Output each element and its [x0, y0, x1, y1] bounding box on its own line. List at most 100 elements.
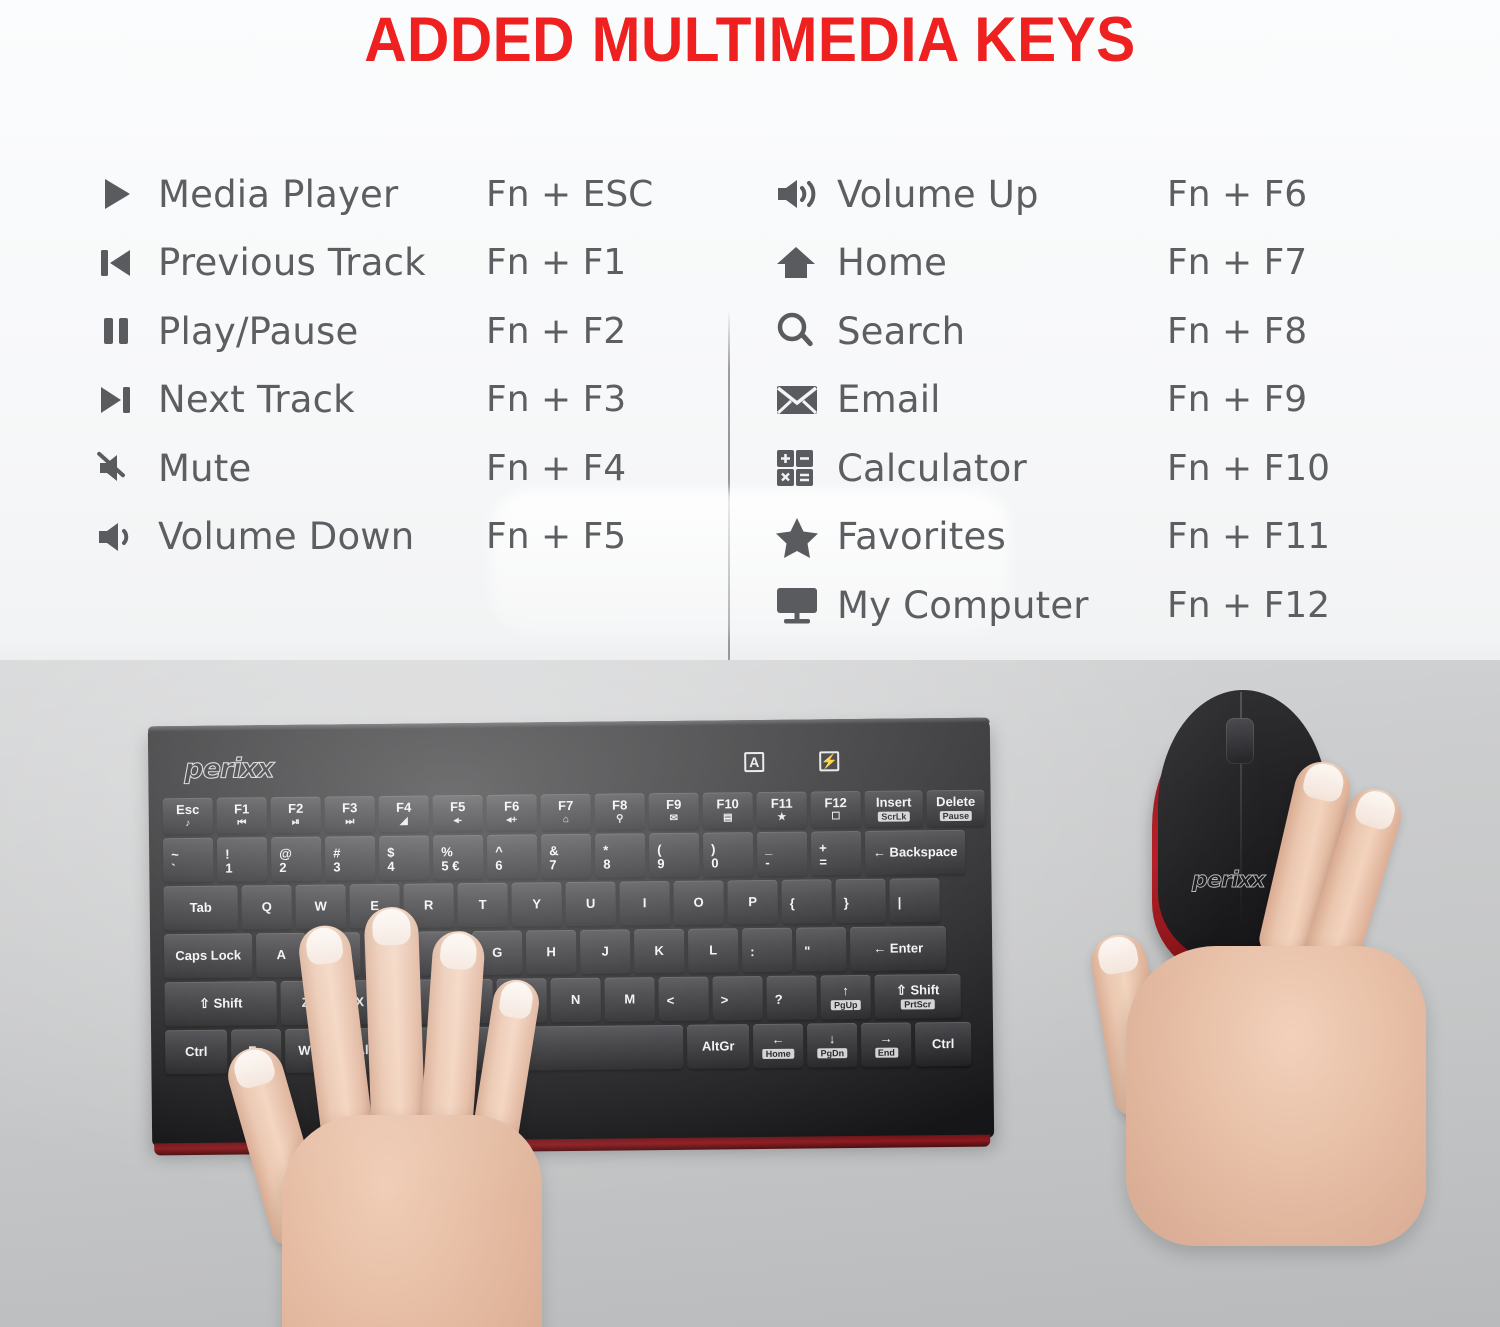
key-f5[interactable]: F5 ◂-: [432, 794, 483, 832]
key-arrow-down[interactable]: ↓ PgDn: [806, 1023, 858, 1068]
key-slash[interactable]: ?: [766, 975, 817, 1020]
key-8[interactable]: * 8: [594, 833, 646, 878]
key-4[interactable]: $4: [378, 835, 430, 881]
key-comma[interactable]: <: [658, 976, 709, 1022]
key-q[interactable]: Q: [241, 884, 292, 930]
key-f9[interactable]: F9 ✉: [648, 792, 699, 830]
key-arrow-right[interactable]: → End: [860, 1022, 912, 1067]
key-ctrl-right[interactable]: Ctrl: [914, 1021, 972, 1067]
fingernail: [1300, 760, 1348, 804]
key-equal[interactable]: + =: [810, 830, 862, 876]
key-i[interactable]: I: [619, 880, 670, 926]
key-f6[interactable]: F6 ◂+: [486, 794, 537, 831]
shortcut-key: Fn + F4: [486, 447, 627, 489]
shortcut-key: Fn + F10: [1167, 447, 1331, 489]
shortcut-row: Favorites Fn + F11: [775, 503, 1385, 572]
next-track-icon: [96, 380, 158, 420]
shortcut-key: Fn + F12: [1167, 584, 1331, 626]
key-1[interactable]: ! 1: [216, 837, 268, 882]
key-3[interactable]: #3: [324, 836, 376, 881]
key-minus[interactable]: _ -: [756, 831, 808, 877]
key-5[interactable]: % 5 €: [432, 834, 484, 880]
key-7[interactable]: & 7: [540, 833, 592, 879]
key-j[interactable]: J: [579, 929, 631, 974]
infographic-page: ADDED MULTIMEDIA KEYS Media Player Fn + …: [0, 0, 1500, 1327]
palm: [1126, 946, 1426, 1246]
shortcut-row: Home Fn + F7: [775, 229, 1385, 298]
key-delete[interactable]: Delete Pause: [926, 789, 985, 827]
key-t[interactable]: T: [457, 882, 508, 928]
key-m[interactable]: M: [604, 977, 655, 1022]
keyboard-function-row: Esc ♪ F1 ⏮ F2 ⏯ F3 ⏭ F4 ◢ F5 ◂- F6 ◂+ F7 ⌂ F8 ⚲ F…: [162, 789, 985, 835]
key-f2[interactable]: F2 ⏯: [270, 796, 321, 834]
shortcut-row: Previous Track Fn + F1: [96, 229, 696, 298]
key-f11[interactable]: F11 ★: [756, 791, 807, 829]
key-u[interactable]: U: [565, 881, 616, 927]
key-k[interactable]: K: [633, 928, 685, 974]
shortcut-row: Calculator Fn + F10: [775, 434, 1385, 503]
key-y[interactable]: Y: [511, 882, 562, 927]
key-2[interactable]: @2: [270, 836, 322, 882]
key-p[interactable]: P: [727, 879, 778, 925]
key-arrow-left[interactable]: ← Home: [752, 1023, 804, 1069]
fingernail: [497, 979, 536, 1021]
indicator-leds: A ⚡: [744, 751, 840, 773]
key-backtick[interactable]: ~ `: [162, 837, 214, 883]
shortcut-column-left: Media Player Fn + ESC Previous Track Fn …: [96, 160, 696, 571]
fingernail: [230, 1045, 278, 1091]
key-f4[interactable]: F4 ◢: [378, 795, 429, 833]
keyboard-number-row: ~ ` ! 1 @2 #3 $4 % 5 € ^ 6 & 7 * 8 (9 ) 0 _ - + =…: [162, 829, 966, 883]
key-w[interactable]: W: [295, 884, 346, 929]
fingernail: [304, 925, 345, 966]
key-backspace[interactable]: ← Backspace: [864, 829, 966, 875]
key-bracket-right[interactable]: }: [835, 878, 886, 924]
key-f3[interactable]: F3 ⏭: [324, 796, 375, 833]
key-arrow-up[interactable]: ↑ PgUp: [820, 974, 871, 1020]
shortcut-key: Fn + F9: [1167, 379, 1308, 421]
shortcut-row: Volume Up Fn + F6: [775, 160, 1385, 229]
battery-led: ⚡: [819, 751, 840, 772]
caps-lock-led: A: [744, 751, 765, 773]
shortcut-row: Mute Fn + F4: [96, 434, 696, 503]
shortcut-key: Fn + F11: [1167, 516, 1331, 558]
key-tab[interactable]: Tab: [163, 885, 238, 931]
right-hand: [1082, 720, 1442, 1246]
key-f12[interactable]: F12 ☐: [810, 790, 861, 828]
key-f7[interactable]: F7 ⌂: [540, 793, 591, 831]
star-icon: [775, 516, 837, 558]
shortcut-label: Play/Pause: [158, 309, 359, 353]
key-9[interactable]: (9: [648, 832, 700, 878]
key-shift-right[interactable]: ⇧ Shift PrtScr: [874, 973, 961, 1019]
key-insert[interactable]: Insert ScrLk: [864, 790, 923, 827]
key-esc[interactable]: Esc ♪: [162, 797, 213, 835]
key-altgr[interactable]: AltGr: [686, 1024, 750, 1069]
key-0[interactable]: ) 0: [702, 832, 754, 877]
shortcut-key: Fn + ESC: [486, 173, 654, 215]
keyboard-top-edge: [147, 717, 990, 732]
search-icon: [775, 310, 837, 352]
shortcut-label: Email: [837, 378, 941, 422]
shortcut-key: Fn + F5: [486, 516, 627, 558]
key-enter[interactable]: ← Enter: [849, 926, 947, 972]
play-icon: [96, 174, 158, 214]
key-period[interactable]: >: [712, 975, 763, 1021]
key-bracket-left[interactable]: {: [781, 879, 832, 924]
key-l[interactable]: L: [687, 928, 739, 973]
key-f10[interactable]: F10 ▤: [702, 792, 753, 829]
key-6[interactable]: ^ 6: [486, 834, 538, 879]
mute-icon: [96, 448, 158, 488]
shortcut-key: Fn + F7: [1167, 242, 1308, 284]
key-semicolon[interactable]: :: [741, 927, 793, 973]
shortcut-row: Play/Pause Fn + F2: [96, 297, 696, 366]
shortcut-label: Next Track: [158, 378, 355, 422]
key-o[interactable]: O: [673, 880, 724, 925]
pause-icon: [96, 311, 158, 351]
key-f1[interactable]: F1 ⏮: [216, 797, 267, 834]
keyboard-qwerty-row: Tab Q W E R T Y U I O P { } |: [163, 878, 940, 931]
palm: [282, 1115, 542, 1327]
key-backslash[interactable]: |: [889, 878, 940, 923]
key-f8[interactable]: F8 ⚲: [594, 793, 645, 830]
fingernail: [371, 908, 411, 946]
shortcut-row: Search Fn + F8: [775, 297, 1385, 366]
key-quote[interactable]: ": [795, 927, 847, 972]
